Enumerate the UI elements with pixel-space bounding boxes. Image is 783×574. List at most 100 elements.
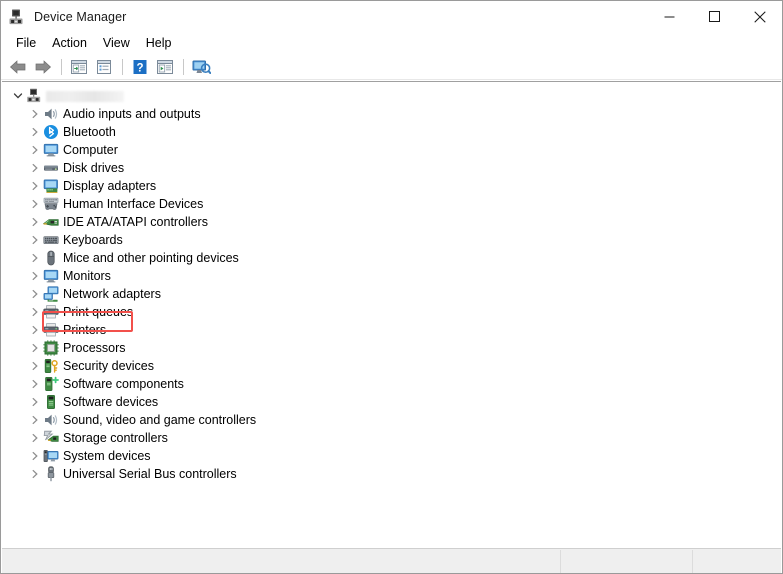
chevron-right-icon[interactable]: [27, 106, 43, 122]
circuit-board-icon: [43, 214, 59, 230]
chevron-right-icon[interactable]: [27, 250, 43, 266]
tree-item-display-adapters[interactable]: Display adapters: [2, 177, 781, 195]
monitor-icon: [43, 142, 59, 158]
chevron-right-icon[interactable]: [27, 412, 43, 428]
maximize-button[interactable]: [692, 2, 737, 32]
system-device-icon: [43, 448, 59, 464]
chevron-right-icon[interactable]: [27, 340, 43, 356]
chevron-right-icon[interactable]: [27, 160, 43, 176]
tree-item-label: IDE ATA/ATAPI controllers: [63, 215, 208, 229]
security-device-key-icon: [43, 358, 59, 374]
network-adapter-icon: [43, 286, 59, 302]
tree-item-label: Universal Serial Bus controllers: [63, 467, 237, 481]
tree-item-keyboards[interactable]: Keyboards: [2, 231, 781, 249]
tree-item-label: Print queues: [63, 305, 134, 319]
tree-item-label: Disk drives: [63, 161, 125, 175]
chevron-right-icon[interactable]: [27, 304, 43, 320]
menu-action[interactable]: Action: [44, 34, 95, 53]
close-button[interactable]: [737, 2, 782, 32]
status-bar: [2, 548, 781, 573]
tree-item-label: Audio inputs and outputs: [63, 107, 201, 121]
storage-controller-icon: [43, 430, 59, 446]
device-manager-icon: [8, 8, 26, 26]
chevron-right-icon[interactable]: [27, 232, 43, 248]
tree-item-computer[interactable]: Computer: [2, 141, 781, 159]
update-driver-button[interactable]: [153, 56, 177, 78]
tree-item-software-devices[interactable]: Software devices: [2, 393, 781, 411]
tree-item-network-adapters[interactable]: Network adapters: [2, 285, 781, 303]
display-adapter-icon: [43, 178, 59, 194]
chevron-right-icon[interactable]: [27, 466, 43, 482]
disk-drive-icon: [43, 160, 59, 176]
tree-item-human-interface-devices[interactable]: Human Interface Devices: [2, 195, 781, 213]
status-pane-2: [561, 549, 693, 573]
chevron-right-icon[interactable]: [27, 376, 43, 392]
tree-item-universal-serial-bus-controllers[interactable]: Universal Serial Bus controllers: [2, 465, 781, 483]
scan-for-hardware-changes-button[interactable]: [189, 56, 213, 78]
chevron-right-icon[interactable]: [27, 394, 43, 410]
tree-item-label: Monitors: [63, 269, 111, 283]
toolbar-separator-2: [122, 59, 123, 75]
tree-item-mice-and-other-pointing-devices[interactable]: Mice and other pointing devices: [2, 249, 781, 267]
toolbar: ?: [1, 55, 782, 80]
tree-item-printers[interactable]: Printers: [2, 321, 781, 339]
status-pane-main: [2, 549, 561, 573]
help-button[interactable]: ?: [128, 56, 152, 78]
tree-item-bluetooth[interactable]: Bluetooth: [2, 123, 781, 141]
status-pane-3: [693, 550, 779, 573]
speaker-icon: [43, 106, 59, 122]
tree-item-storage-controllers[interactable]: Storage controllers: [2, 429, 781, 447]
chevron-right-icon[interactable]: [27, 142, 43, 158]
tree-item-label: Computer: [63, 143, 118, 157]
tree-item-monitors[interactable]: Monitors: [2, 267, 781, 285]
chevron-right-icon[interactable]: [27, 448, 43, 464]
computer-name-redacted: [46, 90, 124, 102]
chevron-right-icon[interactable]: [27, 124, 43, 140]
chevron-down-icon[interactable]: [10, 88, 26, 104]
chevron-right-icon[interactable]: [27, 358, 43, 374]
tree-item-security-devices[interactable]: Security devices: [2, 357, 781, 375]
tree-item-print-queues[interactable]: Print queues: [2, 303, 781, 321]
title-bar: Device Manager: [1, 1, 782, 32]
tree-item-sound-video-and-game-controllers[interactable]: Sound, video and game controllers: [2, 411, 781, 429]
chevron-right-icon[interactable]: [27, 430, 43, 446]
back-button[interactable]: [6, 56, 30, 78]
chevron-right-icon[interactable]: [27, 214, 43, 230]
speaker-icon: [43, 412, 59, 428]
keyboard-icon: [43, 232, 59, 248]
menu-bar: File Action View Help: [1, 32, 782, 55]
tree-item-label: Printers: [63, 323, 107, 337]
tree-item-audio-inputs-and-outputs[interactable]: Audio inputs and outputs: [2, 105, 781, 123]
toolbar-separator: [61, 59, 62, 75]
tree-item-label: Sound, video and game controllers: [63, 413, 257, 427]
show-hide-console-tree-button[interactable]: [67, 56, 91, 78]
tree-item-ide-ata-atapi-controllers[interactable]: IDE ATA/ATAPI controllers: [2, 213, 781, 231]
tree-item-label: Display adapters: [63, 179, 157, 193]
tree-item-label: Network adapters: [63, 287, 161, 301]
menu-file[interactable]: File: [8, 34, 44, 53]
menu-help[interactable]: Help: [138, 34, 180, 53]
tree-item-label: Software devices: [63, 395, 159, 409]
device-manager-window: Device Manager File Action View Help ? A…: [0, 0, 783, 574]
computer-root-icon: [26, 88, 42, 104]
tree-item-disk-drives[interactable]: Disk drives: [2, 159, 781, 177]
chevron-right-icon[interactable]: [27, 178, 43, 194]
tree-item-software-components[interactable]: Software components: [2, 375, 781, 393]
chevron-right-icon[interactable]: [27, 286, 43, 302]
chevron-right-icon[interactable]: [27, 268, 43, 284]
device-tree-panel[interactable]: Audio inputs and outputs Bluetooth Compu…: [2, 81, 781, 547]
chevron-right-icon[interactable]: [27, 322, 43, 338]
tree-item-label: Software components: [63, 377, 184, 391]
monitor-icon: [43, 268, 59, 284]
forward-button[interactable]: [31, 56, 55, 78]
chevron-right-icon[interactable]: [27, 196, 43, 212]
tree-root-computer[interactable]: [2, 87, 781, 105]
minimize-button[interactable]: [647, 2, 692, 32]
properties-button[interactable]: [92, 56, 116, 78]
menu-view[interactable]: View: [95, 34, 138, 53]
software-component-icon: [43, 376, 59, 392]
tree-item-label: Security devices: [63, 359, 155, 373]
tree-item-system-devices[interactable]: System devices: [2, 447, 781, 465]
printer-icon: [43, 322, 59, 338]
tree-item-processors[interactable]: Processors: [2, 339, 781, 357]
